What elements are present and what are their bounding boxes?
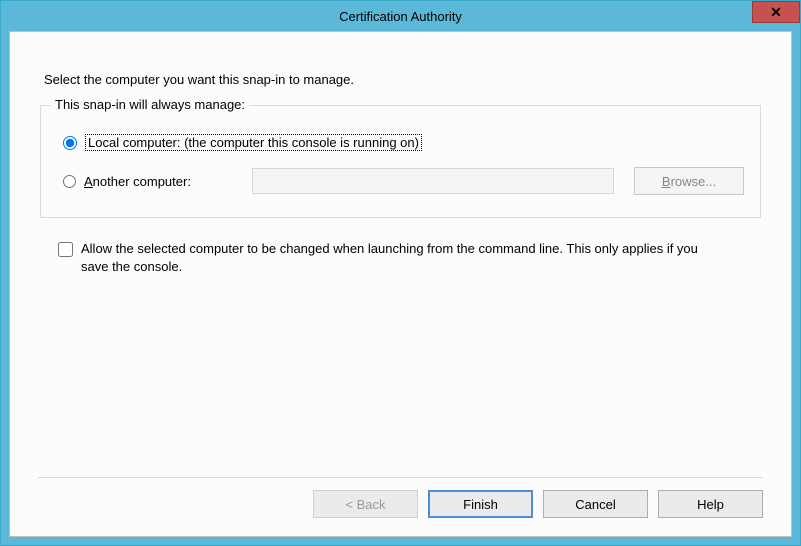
browse-button[interactable]: Browse... [634,167,744,195]
radio-another-label: Another computer: [84,174,244,189]
radio-local-input[interactable] [63,136,77,150]
allow-change-checkbox[interactable] [58,242,73,257]
dialog-window: Certification Authority ✕ Select the com… [0,0,801,546]
close-icon: ✕ [770,4,782,21]
radio-local-computer[interactable]: Local computer: (the computer this conso… [63,134,744,151]
manage-groupbox: This snap-in will always manage: Local c… [40,105,761,218]
radio-another-computer[interactable]: Another computer: [63,174,244,189]
allow-change-label: Allow the selected computer to be change… [81,240,721,276]
another-computer-field[interactable] [252,168,614,194]
allow-change-checkbox-row[interactable]: Allow the selected computer to be change… [58,240,763,276]
separator [38,477,763,478]
instruction-text: Select the computer you want this snap-i… [44,72,763,87]
finish-button[interactable]: Finish [428,490,533,518]
help-button[interactable]: Help [658,490,763,518]
groupbox-legend: This snap-in will always manage: [51,97,249,112]
radio-local-label: Local computer: (the computer this conso… [85,134,422,151]
title-bar: Certification Authority ✕ [1,1,800,31]
close-button[interactable]: ✕ [752,1,800,23]
cancel-button[interactable]: Cancel [543,490,648,518]
client-area: Select the computer you want this snap-i… [9,31,792,537]
window-title: Certification Authority [1,9,800,24]
radio-another-input[interactable] [63,175,76,188]
button-row: < Back Finish Cancel Help [38,490,763,518]
spacer [38,276,763,477]
back-button[interactable]: < Back [313,490,418,518]
